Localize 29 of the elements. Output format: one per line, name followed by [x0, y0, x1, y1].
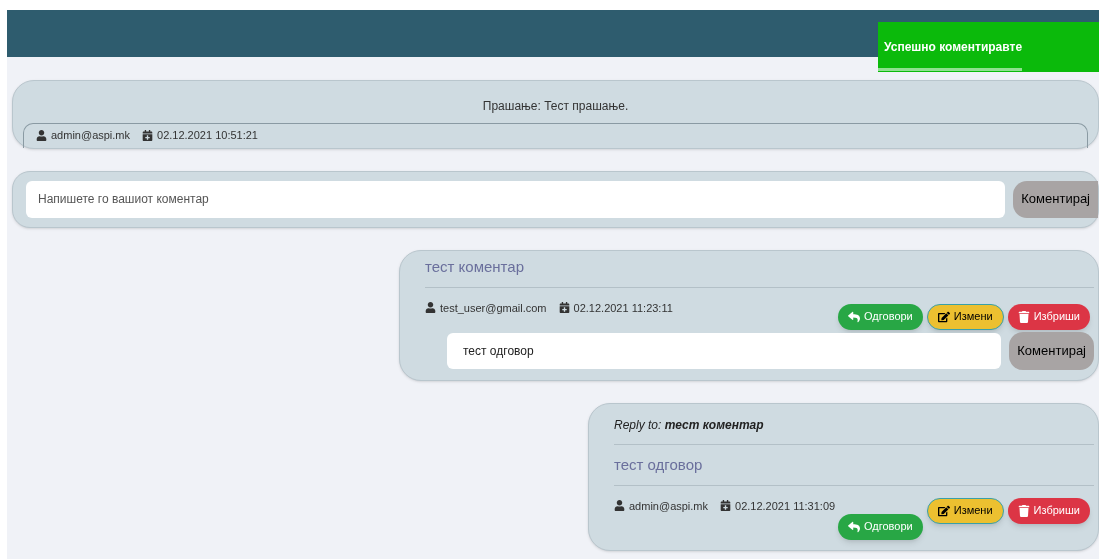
author-email: admin@aspi.mk [629, 498, 709, 514]
comment-button[interactable]: Коментирај [1009, 331, 1094, 370]
comment-field[interactable]: Напишете го вашиот коментар [26, 180, 1006, 218]
user-icon [36, 129, 47, 141]
reply-to-label: Reply to: тест коментар [614, 417, 764, 432]
calendar-icon [142, 129, 154, 141]
author-email: admin@aspi.mk [51, 128, 131, 143]
comment-text: тест коментар [425, 257, 524, 275]
post-date: 02.12.2021 11:31:09 [735, 498, 836, 514]
question-text: Прашање: Тест прашање. [482, 99, 629, 113]
edit-button[interactable]: Измени [926, 303, 1004, 330]
post-date: 02.12.2021 11:23:11 [573, 300, 673, 316]
delete-button[interactable]: Избриши [1007, 303, 1090, 330]
reply-field[interactable]: тест одговор [447, 332, 1002, 369]
trash-icon [1017, 504, 1030, 517]
comment-button[interactable]: Коментирај [1013, 180, 1098, 218]
user-icon [425, 302, 436, 314]
user-icon [614, 500, 625, 512]
delete-button[interactable]: Избриши [1007, 497, 1090, 524]
post-date: 02.12.2021 10:51:21 [157, 128, 258, 143]
comment-text: тест одговор [614, 455, 703, 473]
calendar-icon [720, 500, 732, 512]
edit-button[interactable]: Измени [926, 497, 1004, 524]
calendar-icon [558, 302, 570, 314]
trash-icon [1017, 310, 1030, 323]
reply-arrow-icon [848, 310, 861, 323]
toast-message: Успешно коментиравте [884, 39, 1023, 56]
author-email: test_user@gmail.com [440, 300, 547, 316]
reply-arrow-icon [848, 520, 860, 533]
